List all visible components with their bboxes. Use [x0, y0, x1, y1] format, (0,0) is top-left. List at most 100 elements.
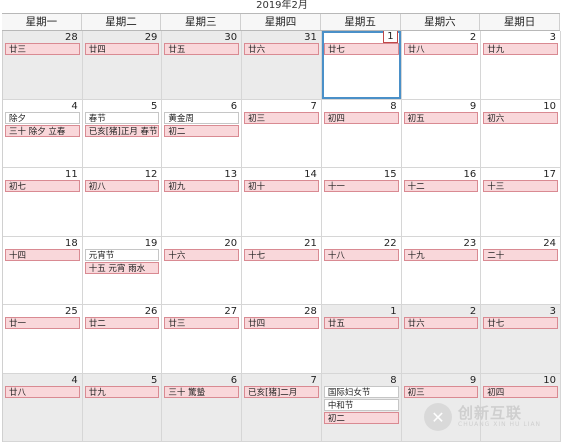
day-number: 3: [549, 32, 556, 43]
lunar-date-event[interactable]: 初八: [84, 180, 160, 192]
day-cell[interactable]: 28 廿四: [242, 305, 322, 374]
day-cell[interactable]: 7 初三: [242, 99, 322, 168]
day-number: 13: [224, 169, 238, 180]
day-cell[interactable]: 21 十七: [242, 236, 322, 305]
day-cell[interactable]: 3 廿九: [481, 31, 561, 100]
holiday-event[interactable]: 春节: [84, 111, 160, 124]
lunar-date-event[interactable]: 廿六: [244, 43, 319, 55]
day-number: 9: [469, 100, 477, 112]
day-cell[interactable]: 22 十八: [321, 236, 402, 305]
lunar-date-event[interactable]: 廿三: [164, 317, 240, 329]
day-cell[interactable]: 20 十六: [162, 236, 243, 305]
day-cell[interactable]: 14 初十: [242, 168, 322, 237]
day-cell[interactable]: 25 廿一: [3, 305, 83, 374]
lunar-date-event[interactable]: 初七: [5, 180, 80, 192]
lunar-date-event[interactable]: 初五: [403, 111, 479, 124]
day-cell[interactable]: 19 元宵节 十五 元宵 雨水: [82, 236, 163, 305]
day-cell[interactable]: 26 廿二: [82, 305, 163, 374]
day-cell[interactable]: 4 除夕 三十 除夕 立春: [3, 99, 83, 168]
day-cell[interactable]: 27 廿三: [162, 305, 243, 374]
lunar-date-event[interactable]: 三十 除夕 立春: [5, 124, 80, 137]
day-number: 28: [304, 306, 317, 317]
lunar-date-event[interactable]: 十九: [403, 248, 479, 261]
lunar-date-event[interactable]: 廿六: [403, 317, 479, 329]
day-number: 5: [151, 100, 158, 112]
day-cell[interactable]: 15 十一: [321, 168, 402, 237]
day-number: 8: [390, 374, 397, 386]
day-cell[interactable]: 2 廿八: [401, 31, 482, 100]
lunar-date-event[interactable]: 廿八: [403, 43, 479, 55]
weekday-header-cell: 星期六: [401, 14, 481, 30]
lunar-date-event[interactable]: 初六: [483, 111, 558, 124]
lunar-date-event[interactable]: 廿三: [5, 43, 80, 55]
lunar-date-event[interactable]: 已亥[猪]二月: [244, 385, 319, 398]
lunar-date-event[interactable]: 廿四: [84, 43, 160, 55]
lunar-date-event[interactable]: 廿二: [84, 317, 160, 329]
day-cell[interactable]: 6 三十 驚蟄: [162, 373, 243, 442]
day-cell[interactable]: 5 廿九: [82, 373, 163, 442]
day-cell[interactable]: 1 廿五: [321, 305, 402, 374]
day-cell-today[interactable]: 1 廿七: [321, 31, 402, 100]
holiday-event[interactable]: 中和节: [323, 398, 399, 411]
day-cell[interactable]: 13 初九: [162, 168, 243, 237]
day-number: 2: [469, 32, 477, 43]
lunar-date-event[interactable]: 初二: [164, 124, 240, 137]
lunar-date-event[interactable]: 廿九: [84, 385, 160, 398]
day-cell[interactable]: 11 初七: [3, 168, 83, 237]
holiday-event[interactable]: 黄金周: [164, 111, 240, 124]
day-cell[interactable]: 29 廿四: [82, 31, 163, 100]
lunar-date-event[interactable]: 廿七: [323, 43, 399, 55]
holiday-event[interactable]: 元宵节: [84, 248, 160, 261]
lunar-date-event[interactable]: 十二: [403, 180, 479, 192]
lunar-date-event[interactable]: 廿五: [323, 317, 399, 329]
lunar-date-event[interactable]: 初十: [244, 180, 319, 192]
day-cell[interactable]: 6 黄金周 初二: [162, 99, 243, 168]
day-cell[interactable]: 2 廿六: [401, 305, 482, 374]
lunar-date-event[interactable]: 初九: [164, 180, 240, 192]
day-cell[interactable]: 8 国际妇女节 中和节 初二: [321, 373, 402, 442]
day-cell[interactable]: 9 初五: [401, 99, 482, 168]
day-cell[interactable]: 31 廿六: [242, 31, 322, 100]
day-number: 28: [64, 32, 78, 43]
day-number: 23: [463, 237, 477, 249]
lunar-date-event[interactable]: 十八: [323, 248, 399, 261]
lunar-date-event[interactable]: 廿七: [483, 317, 558, 329]
lunar-date-event[interactable]: 初四: [323, 111, 399, 124]
lunar-date-event[interactable]: 十七: [244, 248, 319, 261]
day-cell[interactable]: 30 廿五: [162, 31, 243, 100]
day-cell[interactable]: 12 初八: [82, 168, 163, 237]
day-cell[interactable]: 4 廿八: [3, 373, 83, 442]
day-cell[interactable]: 28 廿三: [3, 31, 83, 100]
day-cell[interactable]: 16 十二: [401, 168, 482, 237]
day-cell[interactable]: 7 已亥[猪]二月: [242, 373, 322, 442]
day-number: 24: [543, 237, 556, 249]
lunar-date-event[interactable]: 廿四: [244, 317, 319, 329]
day-number: 7: [310, 374, 317, 386]
lunar-date-event[interactable]: 廿一: [5, 317, 80, 329]
lunar-date-event[interactable]: 初三: [244, 111, 319, 124]
lunar-date-event[interactable]: 十三: [483, 180, 558, 192]
lunar-date-event[interactable]: 已亥[猪]正月 春节: [84, 124, 160, 137]
lunar-date-event[interactable]: 初二: [323, 411, 399, 424]
lunar-date-event[interactable]: 廿八: [5, 385, 80, 398]
day-number: 17: [543, 169, 556, 180]
day-cell[interactable]: 10 初六: [481, 99, 561, 168]
lunar-date-event[interactable]: 十六: [164, 248, 240, 261]
day-cell[interactable]: 23 十九: [401, 236, 482, 305]
lunar-date-event[interactable]: 廿五: [164, 43, 240, 55]
lunar-date-event[interactable]: 三十 驚蟄: [164, 385, 240, 398]
day-cell[interactable]: 3 廿七: [481, 305, 561, 374]
day-cell[interactable]: 5 春节 已亥[猪]正月 春节: [82, 99, 163, 168]
day-cell[interactable]: 18 十四: [3, 236, 83, 305]
lunar-date-event[interactable]: 二十: [483, 248, 558, 261]
lunar-date-event[interactable]: 十五 元宵 雨水: [84, 261, 160, 274]
day-cell[interactable]: 24 二十: [481, 236, 561, 305]
watermark-subtext: CHUANG XIN HU LIAN: [458, 421, 542, 428]
holiday-event[interactable]: 除夕: [5, 111, 80, 124]
day-cell[interactable]: 17 十三: [481, 168, 561, 237]
lunar-date-event[interactable]: 十一: [323, 180, 399, 192]
day-cell[interactable]: 8 初四: [321, 99, 402, 168]
holiday-event[interactable]: 国际妇女节: [323, 385, 399, 398]
lunar-date-event[interactable]: 十四: [5, 248, 80, 261]
lunar-date-event[interactable]: 廿九: [483, 43, 558, 55]
